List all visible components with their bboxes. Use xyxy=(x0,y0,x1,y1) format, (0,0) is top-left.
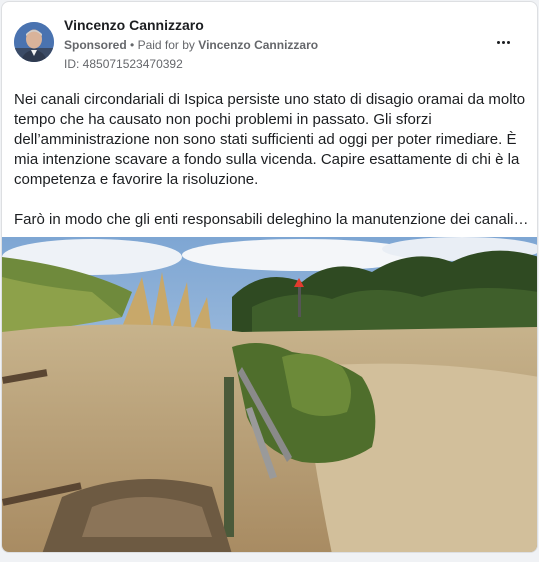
more-options-icon[interactable] xyxy=(491,32,515,52)
paid-for-name: Vincenzo Cannizzaro xyxy=(198,38,319,52)
separator: • xyxy=(130,38,135,52)
post-paragraph-2: Farò in modo che gli enti responsabili d… xyxy=(14,211,529,228)
sponsored-label: Sponsored xyxy=(64,38,127,52)
flooded-canal-photo xyxy=(2,237,537,552)
post-image[interactable] xyxy=(2,237,537,552)
ad-id: ID: 485071523470392 xyxy=(64,57,183,71)
post-paragraph-1: Nei canali circondariali di Ispica persi… xyxy=(14,91,526,188)
post-meta: Vincenzo Cannizzaro Sponsored • Paid for… xyxy=(64,16,318,72)
avatar-image xyxy=(14,22,54,62)
sponsored-line: Sponsored • Paid for by Vincenzo Cannizz… xyxy=(64,36,318,54)
paid-for-prefix: Paid for by xyxy=(137,38,195,52)
ad-card: Vincenzo Cannizzaro Sponsored • Paid for… xyxy=(1,1,538,553)
author-name[interactable]: Vincenzo Cannizzaro xyxy=(64,16,318,34)
avatar[interactable] xyxy=(14,22,54,62)
post-text: Nei canali circondariali di Ispica persi… xyxy=(14,90,530,230)
post-header: Vincenzo Cannizzaro Sponsored • Paid for… xyxy=(14,16,525,76)
